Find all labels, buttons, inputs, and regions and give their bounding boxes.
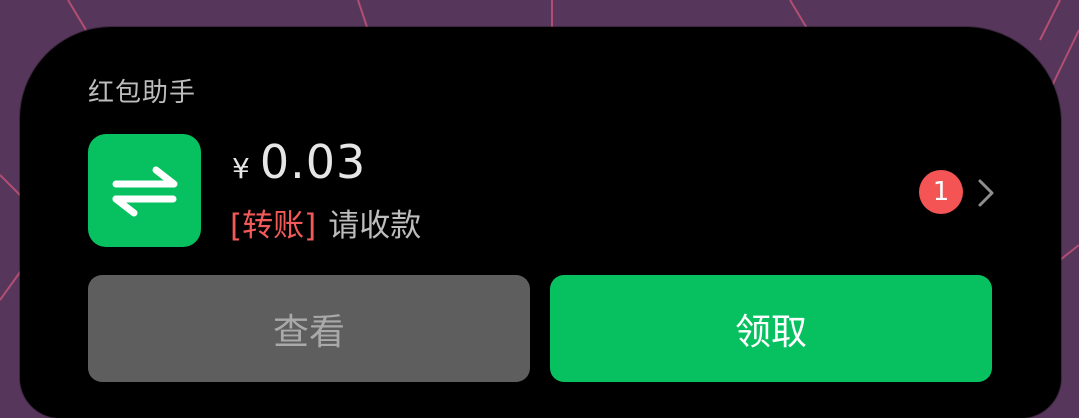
amount-value: 0.03 bbox=[259, 135, 367, 189]
view-button[interactable]: 查看 bbox=[88, 275, 530, 382]
chevron-right-icon[interactable] bbox=[975, 175, 997, 211]
notification-subtitle: [转账] 请收款 bbox=[230, 200, 421, 245]
notification-description: 请收款 bbox=[328, 208, 422, 244]
transfer-tag: [转账] bbox=[230, 208, 317, 244]
currency-symbol: ¥ bbox=[232, 152, 250, 185]
app-name: 红包助手 bbox=[88, 78, 197, 108]
transfer-amount: ¥ 0.03 bbox=[232, 135, 366, 191]
claim-button[interactable]: 领取 bbox=[550, 275, 992, 382]
transfer-arrows-icon bbox=[88, 134, 201, 247]
unread-count-badge: 1 bbox=[919, 170, 963, 214]
